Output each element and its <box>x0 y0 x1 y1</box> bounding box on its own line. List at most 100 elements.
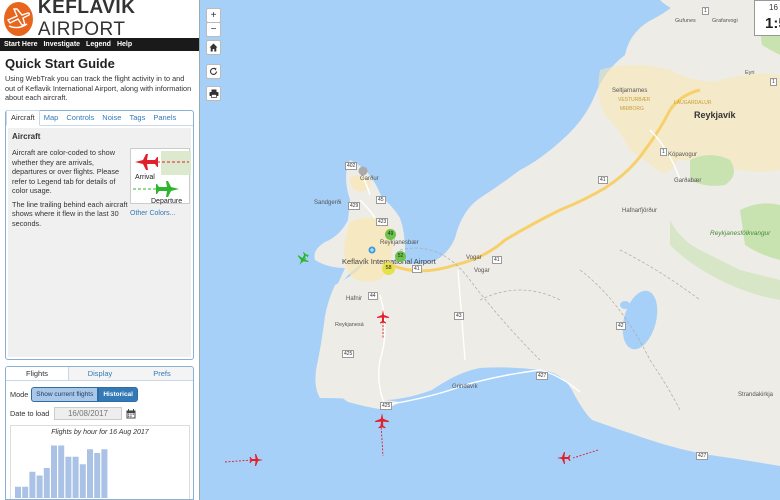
track-badge[interactable]: 52 <box>395 251 406 262</box>
histogram-bar[interactable] <box>87 449 93 498</box>
road-shield: 41 <box>492 256 502 264</box>
nav-investigate[interactable]: Investigate <box>43 41 80 48</box>
date-input[interactable]: 16/08/2017 <box>54 407 122 420</box>
label-gardabaer: Garðabær <box>674 178 702 184</box>
label-vesturbaer: VESTURBÆR <box>618 97 651 103</box>
histogram-bar[interactable] <box>65 456 72 498</box>
flights-panel: Flights Display Prefs Mode Show current … <box>5 366 194 500</box>
nav-start-here[interactable]: Start Here <box>4 41 37 48</box>
histogram-bar[interactable] <box>29 471 36 498</box>
left-panel: KEFLAVIK AIRPORT Start Here Investigate … <box>0 0 200 500</box>
tab-noise[interactable]: Noise <box>98 113 125 125</box>
label-sandgerdi: Sandgerði <box>314 200 342 206</box>
label-gufunes: Gufunes <box>675 18 696 24</box>
legend-arrival-label: Arrival <box>135 174 155 181</box>
home-icon <box>209 43 218 52</box>
show-current-flights-button[interactable]: Show current flights <box>31 387 99 402</box>
nav-legend[interactable]: Legend <box>86 41 111 48</box>
label-reykjavik: Reykjavík <box>694 110 736 120</box>
clock-widget[interactable]: 16 1:5 <box>754 0 780 36</box>
arrival-aircraft-icon[interactable] <box>376 310 390 324</box>
legend-departure-label: Departure <box>151 198 182 205</box>
histogram-bar[interactable] <box>43 468 50 498</box>
histogram-bar[interactable] <box>15 486 21 498</box>
zoom-out-button[interactable]: − <box>206 22 221 37</box>
tab-map[interactable]: Map <box>40 113 63 125</box>
histogram-bar[interactable] <box>58 445 65 499</box>
label-hafnarfjordur: Hafnarfjörður <box>622 208 658 214</box>
quickstart-panel: Aircraft Map Controls Noise Tags Panels … <box>5 110 194 360</box>
date-row: Date to load 16/08/2017 <box>10 407 136 420</box>
tab-aircraft[interactable]: Aircraft <box>6 110 40 126</box>
label-reykjanesfolkvangur: Reykjanesfólkvangur <box>710 230 771 237</box>
road-shield: 41 <box>412 265 422 273</box>
other-colors-link[interactable]: Other Colors... <box>130 210 176 217</box>
home-button[interactable] <box>206 40 221 55</box>
tab-controls[interactable]: Controls <box>62 113 98 125</box>
histogram-bar[interactable] <box>36 475 43 499</box>
arrival-plane-icon <box>135 154 158 170</box>
airport-pin-icon[interactable] <box>368 246 376 254</box>
date-label: Date to load <box>10 409 50 418</box>
histogram-bar[interactable] <box>22 486 29 498</box>
label-eyri: Eyri <box>745 70 755 76</box>
road-shield: 45 <box>376 196 386 204</box>
clock-time: 1:5 <box>765 15 780 32</box>
print-icon <box>209 89 218 98</box>
mode-label: Mode <box>10 390 29 399</box>
track-badge[interactable]: 49 <box>385 229 396 240</box>
zoom-in-button[interactable]: + <box>206 8 221 23</box>
road-shield: 425 <box>342 350 355 358</box>
track-badge[interactable]: 58 <box>382 262 395 275</box>
road-shield: 425 <box>380 402 393 410</box>
tab-panels[interactable]: Panels <box>149 113 180 125</box>
print-button[interactable] <box>206 86 221 101</box>
flights-tabs: Flights Display Prefs <box>6 367 193 381</box>
label-seltjarnarnes: Seltjarnarnes <box>612 88 648 94</box>
arrival-aircraft-icon[interactable] <box>248 453 264 467</box>
webtrak-app: KEFLAVIK AIRPORT Start Here Investigate … <box>0 0 780 500</box>
histogram-bar[interactable] <box>51 445 57 499</box>
tab-prefs[interactable]: Prefs <box>131 367 193 380</box>
tab-flights[interactable]: Flights <box>6 367 69 380</box>
brand-name: KEFLAVIK AIRPORT <box>37 0 136 40</box>
road-shield: 1 <box>702 7 709 15</box>
airport-logo-icon <box>4 2 33 36</box>
histogram-bar[interactable] <box>72 456 79 498</box>
departure-aircraft-icon[interactable] <box>296 251 310 267</box>
road-shield: 427 <box>536 372 549 380</box>
histogram-bar[interactable] <box>101 449 108 498</box>
tab-display[interactable]: Display <box>69 367 131 380</box>
road-shield: 44 <box>368 292 378 300</box>
label-hafnir: Hafnir <box>346 296 363 302</box>
road-shield: 423 <box>376 218 389 226</box>
arrival-aircraft-icon[interactable] <box>556 451 572 465</box>
road-shield: 402 <box>345 162 358 170</box>
road-shield: 427 <box>696 452 709 460</box>
road-shield: 1 <box>660 148 667 156</box>
map-base <box>224 0 780 466</box>
quickstart-tabs: Aircraft Map Controls Noise Tags Panels <box>6 110 193 126</box>
refresh-button[interactable] <box>206 64 221 79</box>
histogram-bar[interactable] <box>94 453 101 498</box>
road-shield: 41 <box>598 176 608 184</box>
trail-text: The line trailing behind each aircraft s… <box>12 199 128 228</box>
histogram-bar[interactable] <box>79 464 86 498</box>
nav-help[interactable]: Help <box>117 41 132 48</box>
aircraft-color-text: Aircraft are color-coded to show whether… <box>12 148 120 195</box>
tab-tags[interactable]: Tags <box>125 113 149 125</box>
arrival-aircraft-icon[interactable] <box>374 413 390 429</box>
label-laugardalur: LAUGARDALUR <box>674 100 712 106</box>
map-view[interactable]: Reykjavík Kópavogur Garðabær Hafnarfjörð… <box>200 0 780 500</box>
calendar-icon[interactable] <box>126 408 136 419</box>
guide-intro: Using WebTrak you can track the flight a… <box>5 74 192 102</box>
label-grindavik: Grindavík <box>452 384 478 390</box>
label-reykjanesbaer: Reykjanesbær <box>380 240 419 246</box>
mode-row: Mode Show current flights Historical <box>10 387 138 402</box>
label-grafarvogur: Grafarvogi <box>712 18 738 24</box>
page-title: Quick Start Guide <box>5 56 115 71</box>
logo-bar: KEFLAVIK AIRPORT <box>0 0 199 40</box>
historical-button[interactable]: Historical <box>98 387 138 402</box>
refresh-icon <box>209 67 218 75</box>
label-vogar: Vogar <box>466 255 482 261</box>
